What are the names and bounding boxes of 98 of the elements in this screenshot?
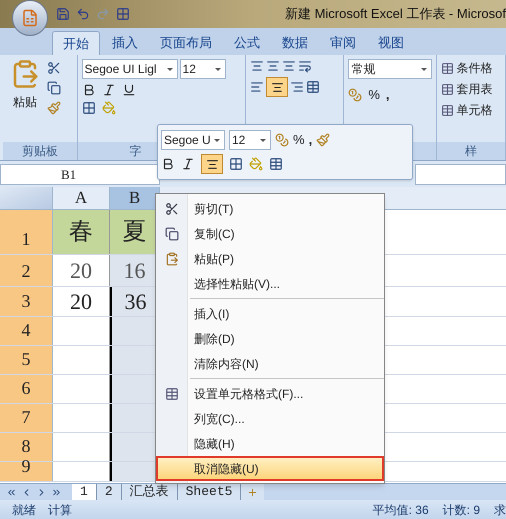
ribbon-tab[interactable]: 公式 bbox=[224, 31, 270, 55]
styles-button[interactable]: 条件格 bbox=[441, 59, 502, 77]
ribbon-tab[interactable]: 页面布局 bbox=[150, 31, 222, 55]
caret-icon[interactable] bbox=[214, 68, 221, 70]
row-header[interactable]: 3 bbox=[0, 287, 53, 316]
row-header[interactable]: 7 bbox=[0, 404, 53, 432]
comma-button[interactable]: , bbox=[386, 85, 390, 104]
copy-icon[interactable] bbox=[47, 81, 61, 95]
row-header[interactable]: 4 bbox=[0, 317, 53, 345]
comma-button[interactable]: , bbox=[308, 130, 312, 150]
styles-button[interactable]: 单元格 bbox=[441, 101, 502, 119]
column-header[interactable]: B bbox=[110, 187, 160, 209]
table-icon bbox=[441, 62, 454, 74]
status-text: 计算 bbox=[48, 502, 72, 518]
wrap-text-icon[interactable] bbox=[298, 59, 312, 73]
caret-icon[interactable] bbox=[421, 68, 428, 70]
align-middle-icon[interactable] bbox=[266, 59, 280, 73]
align-center-button[interactable] bbox=[201, 154, 223, 174]
align-left-icon[interactable] bbox=[250, 80, 264, 94]
italic-icon[interactable] bbox=[102, 83, 116, 97]
last-sheet-icon[interactable] bbox=[51, 486, 62, 498]
grid-icon[interactable] bbox=[116, 7, 130, 21]
menu-item[interactable]: 设置单元格格式(F)... bbox=[156, 381, 384, 406]
status-text: 计数: 9 bbox=[442, 502, 480, 518]
font-name-field[interactable]: Segoe U bbox=[161, 130, 225, 150]
table-icon bbox=[441, 82, 454, 96]
styles-button[interactable]: 套用表 bbox=[441, 80, 502, 98]
ribbon-tab[interactable]: 插入 bbox=[102, 31, 148, 55]
currency-icon[interactable] bbox=[348, 88, 362, 102]
clipboard-icon bbox=[165, 252, 179, 266]
ribbon-tab[interactable]: 数据 bbox=[272, 31, 318, 55]
percent-button[interactable]: % bbox=[293, 130, 305, 150]
align-center-button[interactable] bbox=[266, 77, 288, 97]
menu-item[interactable]: 取消隐藏(U) bbox=[156, 456, 384, 481]
align-bottom-icon[interactable] bbox=[282, 59, 296, 73]
font-size-field[interactable]: 12 bbox=[180, 59, 226, 79]
status-text: 就绪 bbox=[12, 502, 36, 518]
office-button[interactable] bbox=[12, 0, 48, 36]
caret-icon[interactable] bbox=[166, 68, 173, 70]
office-logo-icon bbox=[21, 9, 39, 27]
merge-icon[interactable] bbox=[306, 80, 320, 94]
align-top-icon[interactable] bbox=[250, 59, 264, 73]
align-center-icon bbox=[206, 158, 218, 170]
row-header[interactable]: 6 bbox=[0, 375, 53, 403]
borders-icon[interactable] bbox=[82, 101, 96, 115]
font-size-field[interactable]: 12 bbox=[229, 130, 271, 150]
paste-button[interactable]: 粘贴 bbox=[7, 59, 43, 115]
undo-icon[interactable] bbox=[76, 7, 90, 21]
table-icon bbox=[165, 386, 179, 400]
row-header[interactable]: 2 bbox=[0, 255, 53, 286]
align-center-icon bbox=[270, 80, 284, 94]
menu-item[interactable]: 清除内容(N) bbox=[156, 351, 384, 376]
ribbon-tab[interactable]: 视图 bbox=[368, 31, 414, 55]
font-name-field[interactable]: Segoe UI Ligl bbox=[82, 59, 178, 79]
table-icon bbox=[441, 104, 454, 116]
group-footer: 样 bbox=[437, 142, 506, 160]
table-cell: 春 bbox=[53, 210, 110, 254]
currency-icon[interactable] bbox=[275, 133, 289, 147]
number-format-field[interactable]: 常规 bbox=[348, 59, 432, 79]
bold-icon[interactable] bbox=[161, 157, 175, 171]
sheet-tab[interactable]: 汇总表 bbox=[122, 484, 178, 500]
merge-icon[interactable] bbox=[269, 157, 283, 171]
name-box[interactable]: B1 bbox=[0, 164, 160, 185]
menu-item[interactable]: 隐藏(H) bbox=[156, 431, 384, 456]
menu-item[interactable]: 列宽(C)... bbox=[156, 406, 384, 431]
plus-icon bbox=[247, 486, 258, 498]
save-icon[interactable] bbox=[56, 7, 70, 21]
format-painter-icon[interactable] bbox=[316, 133, 330, 147]
window-title: 新建 Microsoft Excel 工作表 - Microsof bbox=[284, 5, 506, 24]
sheet-tab[interactable]: 2 bbox=[96, 484, 122, 500]
caret-icon[interactable] bbox=[260, 138, 266, 142]
sheet-tab[interactable]: Sheet5 bbox=[178, 484, 242, 500]
underline-icon[interactable] bbox=[122, 83, 136, 97]
copy-icon bbox=[165, 226, 179, 240]
status-text: 求 bbox=[494, 502, 506, 518]
menu-item[interactable]: 删除(D) bbox=[156, 326, 384, 351]
ribbon-tab[interactable]: 开始 bbox=[52, 31, 100, 55]
first-sheet-icon[interactable] bbox=[6, 486, 17, 498]
align-right-icon[interactable] bbox=[290, 80, 304, 94]
borders-icon[interactable] bbox=[229, 157, 243, 171]
format-painter-icon[interactable] bbox=[47, 101, 61, 115]
scissors-icon[interactable] bbox=[47, 61, 61, 75]
group-footer: 剪贴板 bbox=[3, 142, 77, 160]
row-header[interactable]: 1 bbox=[0, 210, 53, 254]
fill-color-icon[interactable] bbox=[249, 157, 263, 171]
row-header[interactable]: 9 bbox=[0, 462, 53, 481]
ribbon-tab[interactable]: 审阅 bbox=[320, 31, 366, 55]
caret-icon[interactable] bbox=[214, 138, 220, 142]
scissors-icon bbox=[165, 202, 179, 216]
row-header[interactable]: 8 bbox=[0, 433, 53, 461]
percent-button[interactable]: % bbox=[368, 85, 380, 104]
formula-field[interactable] bbox=[415, 164, 506, 185]
row-header[interactable]: 5 bbox=[0, 346, 53, 374]
fill-color-icon[interactable] bbox=[102, 101, 116, 115]
new-sheet-button[interactable] bbox=[241, 484, 264, 500]
sheet-tab[interactable]: 1 bbox=[72, 484, 97, 500]
italic-icon[interactable] bbox=[181, 157, 195, 171]
status-text: 平均值: 36 bbox=[372, 502, 429, 518]
